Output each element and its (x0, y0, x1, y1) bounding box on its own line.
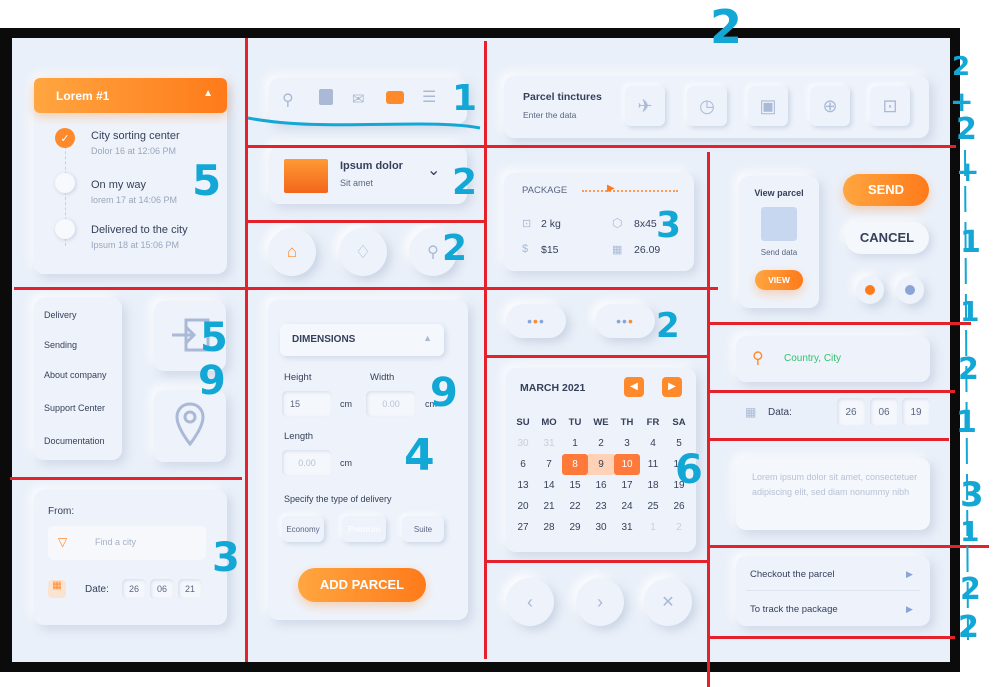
annotation-number: + (956, 155, 980, 188)
annotation-number: 3 (212, 535, 240, 581)
annotation-number: 6 (675, 447, 703, 493)
annotation-number: 1 (960, 225, 981, 260)
annotation-number: 5 (192, 156, 222, 205)
annotation-number: 1 (960, 515, 980, 548)
annotation-number: 1 (956, 405, 977, 440)
annotation-number: 1 (452, 78, 478, 119)
annotation-number: 5 (200, 315, 228, 361)
annotation-number: 2 (952, 52, 971, 82)
annotation-number: 4 (404, 430, 435, 481)
annotation-number: 2 (710, 0, 743, 54)
annotation-number: 1 (960, 295, 980, 328)
annotation-number: 2 (960, 572, 981, 607)
annotation-number: 2 (442, 228, 468, 269)
annotation-number: 9 (198, 358, 226, 404)
annotation-number: 2 (452, 162, 478, 203)
annotation-number: 3 (656, 205, 682, 246)
annotation-number: 2 (956, 112, 977, 147)
annotation-number: 2 (656, 306, 680, 346)
annotation-number: 2 (958, 610, 979, 645)
annotation-number: 3 (960, 475, 984, 515)
annotation-strokes (247, 116, 969, 641)
annotation-number: 9 (430, 370, 458, 416)
annotation-number: 2 (958, 352, 979, 387)
